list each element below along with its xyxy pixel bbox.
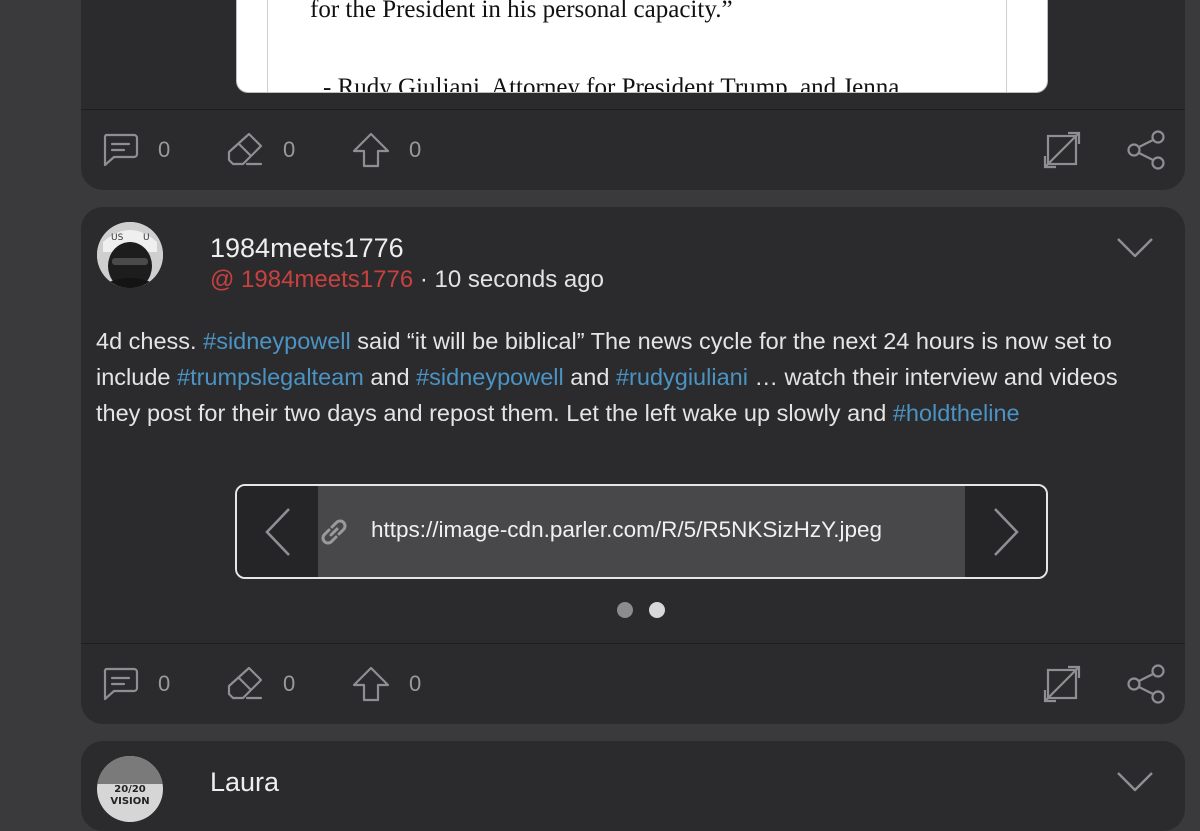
svg-text:U: U <box>143 233 150 243</box>
avatar-image <box>97 756 163 784</box>
post-text: and <box>563 364 616 390</box>
post-card: US U 1984meets1776 @ 1984meets1776 · 10 … <box>81 207 1185 724</box>
avatar-image: US U <box>97 222 163 288</box>
share-button[interactable] <box>1126 110 1166 190</box>
comment-button[interactable]: 0 <box>100 644 170 724</box>
comment-icon <box>103 133 139 167</box>
chevron-left-icon <box>264 507 290 556</box>
hashtag-link[interactable]: #sidneypowell <box>203 328 351 354</box>
carousel-dot[interactable] <box>617 602 633 618</box>
post-actions-bar: 0 0 0 <box>81 644 1185 724</box>
avatar-text: 20/20 <box>114 784 146 795</box>
svg-text:US: US <box>111 233 124 243</box>
carousel-dot[interactable] <box>649 602 665 618</box>
upvote-button[interactable]: 0 <box>351 110 421 190</box>
hashtag-link[interactable]: #holdtheline <box>893 400 1020 426</box>
document-margin-line <box>267 0 268 92</box>
link-carousel: https://image-cdn.parler.com/R/5/R5NKSiz… <box>235 484 1048 579</box>
carousel-next-button[interactable] <box>965 486 1046 577</box>
echo-count: 0 <box>283 137 296 162</box>
upvote-icon <box>352 132 390 168</box>
hashtag-link[interactable]: #rudygiuliani <box>616 364 748 390</box>
meta-separator: · <box>413 266 435 293</box>
post-timestamp: 10 seconds ago <box>434 266 604 293</box>
document-text-line: - Rudy Giuliani, Attorney for President … <box>323 74 900 93</box>
expand-icon <box>1043 665 1081 703</box>
display-name[interactable]: 1984meets1776 <box>210 233 404 264</box>
post-card-previous: for the President in his personal capaci… <box>81 0 1185 190</box>
avatar-text: VISION <box>110 796 150 807</box>
comment-button[interactable]: 0 <box>100 110 170 190</box>
link-preview[interactable]: https://image-cdn.parler.com/R/5/R5NKSiz… <box>318 486 965 577</box>
comment-count: 0 <box>158 671 171 696</box>
document-margin-line <box>1006 0 1007 92</box>
post-text: 4d chess. <box>96 328 204 354</box>
upvote-count: 0 <box>409 137 422 162</box>
post-actions-bar: 0 0 0 <box>81 110 1185 190</box>
echo-icon <box>227 666 263 700</box>
upvote-count: 0 <box>409 671 422 696</box>
expand-button[interactable] <box>1042 110 1082 190</box>
expand-icon <box>1043 131 1081 169</box>
share-button[interactable] <box>1126 644 1166 724</box>
post-text: and <box>363 364 417 390</box>
embedded-document-image[interactable]: for the President in his personal capaci… <box>236 0 1048 93</box>
echo-button[interactable]: 0 <box>225 644 295 724</box>
hashtag-link[interactable]: #sidneypowell <box>416 364 564 390</box>
share-icon <box>1127 664 1165 704</box>
post-menu-chevron-icon[interactable] <box>1116 770 1154 794</box>
comment-icon <box>103 667 139 701</box>
link-url[interactable]: https://image-cdn.parler.com/R/5/R5NKSiz… <box>371 517 882 543</box>
post-body: 4d chess. #sidneypowell said “it will be… <box>96 323 1161 431</box>
echo-count: 0 <box>283 671 296 696</box>
avatar[interactable]: 20/20 VISION <box>97 756 163 822</box>
expand-button[interactable] <box>1042 644 1082 724</box>
share-icon <box>1127 130 1165 170</box>
post-card-next: 20/20 VISION Laura <box>81 741 1185 831</box>
echo-icon <box>227 132 263 166</box>
echo-button[interactable]: 0 <box>225 110 295 190</box>
link-icon <box>321 519 347 545</box>
comment-count: 0 <box>158 137 171 162</box>
user-handle[interactable]: @ 1984meets1776 <box>210 266 413 293</box>
upvote-button[interactable]: 0 <box>351 644 421 724</box>
upvote-icon <box>352 666 390 702</box>
carousel-dots <box>617 602 665 618</box>
document-text-line: for the President in his personal capaci… <box>310 0 733 23</box>
carousel-prev-button[interactable] <box>237 486 318 577</box>
post-menu-chevron-icon[interactable] <box>1116 236 1154 260</box>
chevron-right-icon <box>993 507 1019 556</box>
avatar[interactable]: US U <box>97 222 163 288</box>
display-name[interactable]: Laura <box>210 767 279 798</box>
hashtag-link[interactable]: #trumpslegalteam <box>177 364 364 390</box>
post-meta: @ 1984meets1776 · 10 seconds ago <box>210 266 604 294</box>
